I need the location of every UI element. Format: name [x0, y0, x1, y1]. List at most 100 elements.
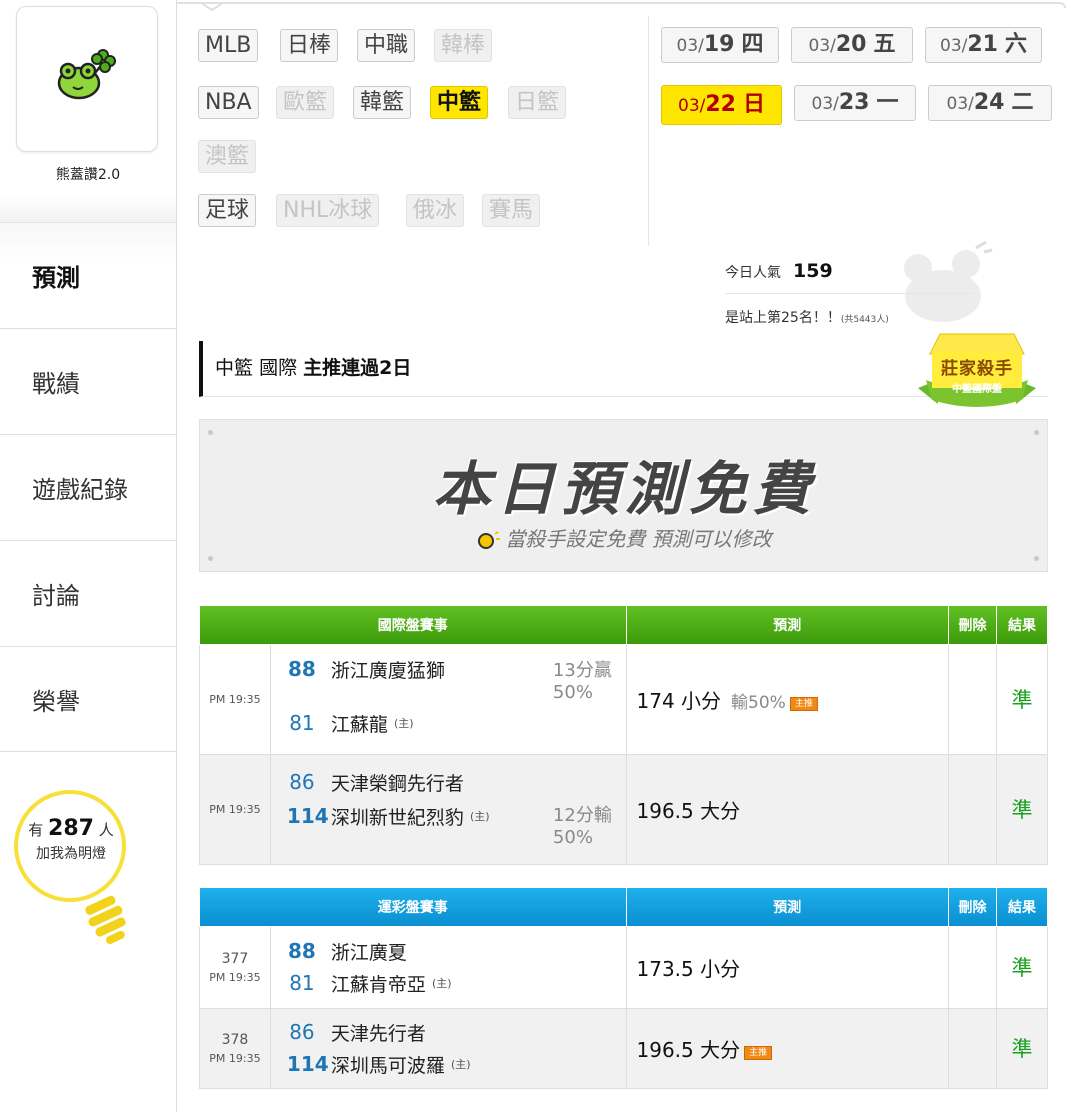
nav-label: 討論	[32, 582, 80, 610]
nav-discussion[interactable]: 討論	[0, 540, 176, 646]
col-header-prediction: 預測	[625, 606, 950, 645]
panel-notch-icon	[200, 2, 224, 12]
col-header-delete: 刪除	[948, 606, 998, 645]
game-matchup[interactable]: 88 浙江廣廈猛獅 13分贏 50% 81 江蘇龍 (主)	[269, 643, 627, 755]
away-score: 86	[289, 770, 315, 794]
prediction-value: 174 小分	[636, 688, 722, 713]
lightbulb-icon	[14, 790, 126, 945]
sport-tag-eu-basketball[interactable]: 歐籃	[276, 86, 335, 119]
date-day: 20	[835, 32, 867, 57]
result: 準	[996, 925, 1048, 1009]
date-weekday: 日	[742, 92, 765, 117]
rank-label: 是站上第25名！！	[725, 310, 841, 326]
date-month: 03/	[940, 36, 968, 56]
col-header-prediction: 預測	[625, 888, 950, 927]
nav-game-log[interactable]: 遊戲紀錄	[0, 434, 176, 540]
sport-tag-cn-basketball[interactable]: 中籃	[430, 86, 489, 119]
game-matchup[interactable]: 88 浙江廣夏 81 江蘇肯帝亞 (主)	[269, 925, 627, 1009]
sport-tag-jp-basketball[interactable]: 日籃	[508, 86, 567, 119]
table-row[interactable]: PM 19:35 88 浙江廣廈猛獅 13分贏 50% 81 江蘇龍 (主) 174 小…	[199, 643, 1048, 755]
home-team: 深圳新世紀烈豹	[330, 806, 464, 829]
date-tag-0322[interactable]: 03/22 日	[661, 85, 782, 125]
screw-icon	[208, 430, 213, 435]
delete-cell[interactable]	[948, 753, 998, 865]
col-header-result: 結果	[996, 888, 1048, 927]
sport-tag-nhl[interactable]: NHL冰球	[276, 194, 380, 227]
bookmaker-killer-badge[interactable]: 莊家殺手 中籃國際盤	[912, 330, 1042, 412]
delete-cell[interactable]	[948, 925, 998, 1009]
nav-predict[interactable]: 預測	[0, 222, 176, 328]
date-weekday: 一	[876, 90, 899, 115]
main-pick-badge: 主推	[744, 1045, 773, 1060]
game-time: 377 PM 19:35	[199, 925, 271, 1009]
prediction: 196.5 大分 主推	[625, 1007, 950, 1089]
date-weekday: 二	[1011, 90, 1034, 115]
table-header-row: 運彩盤賽事 預測 刪除 結果	[199, 888, 1048, 927]
lottery-odds-table: 運彩盤賽事 預測 刪除 結果 377 PM 19:35 88 浙江廣夏 81 江蘇肯帝…	[199, 888, 1048, 1089]
date-day: 21	[967, 32, 998, 57]
home-marker: (主)	[431, 977, 452, 990]
prediction-odds: 輸50%	[731, 692, 786, 713]
sport-tag-nba[interactable]: NBA	[198, 86, 259, 119]
game-matchup[interactable]: 86 天津先行者 114 深圳馬可波羅 (主)	[269, 1007, 627, 1089]
stats-divider	[725, 293, 975, 294]
date-tag-0321[interactable]: 03/21 六	[925, 27, 1042, 63]
headline-league: 中籃	[215, 357, 254, 379]
date-weekday: 五	[873, 32, 896, 57]
fans-count: 287	[48, 816, 94, 841]
nav-label: 遊戲紀錄	[32, 476, 128, 504]
sidebar: 熊蓋讚2.0 預測 戰績 遊戲紀錄 討論 榮譽 有 287 人 加我為明燈	[0, 0, 176, 1112]
prediction: 173.5 小分	[625, 925, 950, 1009]
panel-border	[176, 2, 1066, 8]
game-time: PM 19:35	[199, 753, 271, 865]
delete-cell[interactable]	[948, 1007, 998, 1089]
sport-tag-au-basketball[interactable]: 澳籃	[198, 140, 257, 173]
nav-record[interactable]: 戰績	[0, 328, 176, 434]
bear-watermark-icon	[904, 240, 993, 322]
table-row[interactable]: PM 19:35 86 天津榮鋼先行者 114 深圳新世紀烈豹 (主) 12分輸 50%…	[199, 753, 1048, 865]
free-prediction-banner: 本日預測免費 當殺手設定免費 預測可以修改	[199, 419, 1048, 572]
banner-title: 本日預測免費	[432, 455, 817, 523]
sport-tag-mlb[interactable]: MLB	[198, 29, 259, 62]
away-team: 浙江廣廈猛獅	[330, 659, 445, 682]
screw-icon	[1034, 556, 1039, 561]
sport-tag-cpbl[interactable]: 中職	[357, 29, 416, 62]
date-month: 03/	[678, 96, 706, 116]
fans-counter[interactable]: 有 287 人 加我為明燈	[18, 816, 124, 863]
profile-name[interactable]: 熊蓋讚2.0	[0, 164, 176, 184]
fans-label: 加我為明燈	[36, 846, 106, 862]
delete-cell[interactable]	[948, 643, 998, 755]
home-team: 深圳馬可波羅	[330, 1054, 445, 1077]
home-marker: (主)	[393, 717, 414, 730]
home-team: 江蘇龍	[330, 713, 388, 736]
date-day: 24	[973, 90, 1005, 115]
sport-tag-kr-basketball[interactable]: 韓籃	[353, 86, 412, 119]
nav-label: 預測	[32, 264, 80, 292]
home-score: 81	[289, 711, 315, 735]
date-tag-0320[interactable]: 03/20 五	[791, 27, 913, 63]
date-tag-0324[interactable]: 03/24 二	[928, 85, 1052, 121]
handicap-line: 12分輸	[552, 805, 612, 826]
game-matchup[interactable]: 86 天津榮鋼先行者 114 深圳新世紀烈豹 (主) 12分輸 50%	[269, 753, 627, 865]
table-row[interactable]: 378 PM 19:35 86 天津先行者 114 深圳馬可波羅 (主) 196.5 大…	[199, 1007, 1048, 1089]
prediction-value: 173.5 小分	[636, 956, 741, 981]
handicap-odds: 13分贏 50%	[553, 660, 612, 704]
home-score: 114	[286, 1052, 329, 1076]
result: 準	[996, 643, 1048, 755]
sport-tag-jp-baseball[interactable]: 日棒	[280, 29, 339, 62]
prediction: 196.5 大分	[625, 753, 950, 865]
nav-honor[interactable]: 榮譽	[0, 646, 176, 752]
sport-tag-kr-baseball[interactable]: 韓棒	[434, 29, 493, 62]
badge-title: 莊家殺手	[941, 359, 1013, 379]
sport-tag-soccer[interactable]: 足球	[198, 194, 257, 227]
table-row[interactable]: 377 PM 19:35 88 浙江廣夏 81 江蘇肯帝亞 (主) 173.5 小分 準	[199, 925, 1048, 1009]
home-team: 江蘇肯帝亞	[330, 973, 426, 996]
badge-subtitle: 中籃國際盤	[952, 384, 1002, 395]
avatar[interactable]	[16, 6, 158, 152]
col-header-game: 國際盤賽事	[199, 606, 627, 645]
sport-tag-ru-hockey[interactable]: 俄冰	[406, 194, 465, 227]
date-tag-0319[interactable]: 03/19 四	[661, 27, 779, 63]
date-month: 03/	[676, 36, 704, 56]
sport-tag-horse-racing[interactable]: 賽馬	[482, 194, 541, 227]
date-tag-0323[interactable]: 03/23 一	[794, 85, 916, 121]
